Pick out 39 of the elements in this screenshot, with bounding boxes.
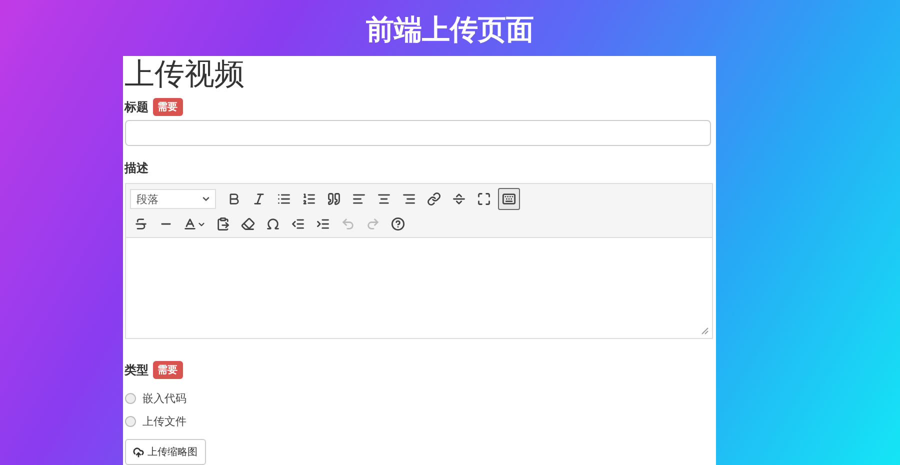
align-right-icon [402, 192, 416, 206]
radio-button[interactable] [124, 393, 136, 404]
radio-label: 上传文件 [142, 414, 186, 429]
strikethrough-icon [134, 217, 148, 231]
help-icon [390, 217, 404, 231]
numbered-list-icon [302, 192, 316, 206]
bullet-list-icon [276, 192, 290, 206]
title-input-field[interactable] [124, 120, 710, 146]
special-char-icon [266, 217, 280, 231]
cloud-upload-icon [132, 446, 144, 458]
field-label: 标题 [124, 98, 148, 116]
quote-icon [326, 192, 340, 206]
toolbar-toggle-button[interactable] [498, 188, 520, 210]
indent-icon [316, 217, 330, 231]
field-label: 描述 [124, 160, 148, 177]
paste-text-icon [216, 217, 230, 231]
align-center-icon [376, 192, 390, 206]
caret-icon [200, 194, 210, 204]
field-label: 类型 [124, 362, 148, 378]
clear-format-icon [240, 217, 254, 231]
italic-icon [252, 192, 266, 206]
form-heading: 上传视频 [124, 57, 246, 93]
read-more-icon [452, 192, 466, 206]
upload-thumbnail-button[interactable]: 上传缩略图 [124, 439, 206, 465]
link-icon [426, 192, 440, 206]
required-badge: 需要 [152, 98, 182, 116]
text-color-icon [182, 217, 196, 231]
radio-button[interactable] [124, 416, 136, 427]
format-select[interactable]: 段落 [130, 189, 216, 209]
toolbar-toggle-icon [502, 192, 516, 206]
fullscreen-icon [476, 192, 490, 206]
resize-grip-icon [700, 327, 708, 335]
radio-label: 嵌入代码 [142, 392, 186, 406]
undo-icon [340, 217, 354, 231]
outdent-icon [290, 217, 304, 231]
required-badge: 需要 [152, 361, 182, 379]
align-left-icon [352, 192, 366, 206]
page-title: 前端上传页面 [366, 13, 534, 47]
redo-icon [366, 217, 380, 231]
